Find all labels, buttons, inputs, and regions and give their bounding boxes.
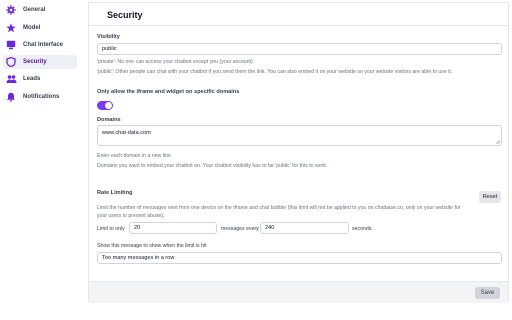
- domains-help-embed: Domains you want to embed your chatbot o…: [97, 163, 328, 169]
- visibility-help-private: 'private': No one can access your chatbo…: [97, 59, 253, 65]
- iframe-restriction-toggle[interactable]: [97, 101, 113, 110]
- sidebar-item-general[interactable]: General: [3, 3, 77, 17]
- domains-label: Domains: [97, 117, 121, 123]
- limit-prefix-text: Limit to only: [97, 226, 125, 232]
- page-title: Security: [107, 10, 143, 20]
- users-icon: [5, 73, 17, 85]
- sidebar-item-label: Leads: [23, 76, 41, 82]
- chat-window-icon: [5, 39, 17, 51]
- sidebar-item-label: Notifications: [23, 94, 60, 100]
- domains-help-newline: Enter each domain in a new line: [97, 153, 171, 159]
- sidebar: General Model Chat Interface Security Le…: [0, 0, 80, 320]
- save-button[interactable]: Save: [475, 287, 500, 299]
- gear-icon: [5, 4, 17, 16]
- visibility-label: Visibility: [97, 34, 120, 40]
- sidebar-item-security[interactable]: Security: [3, 55, 77, 69]
- domains-textarea[interactable]: www.chat-data.com: [97, 125, 502, 146]
- reset-button[interactable]: Reset: [479, 191, 501, 203]
- visibility-select[interactable]: public: [97, 43, 502, 55]
- sidebar-item-leads[interactable]: Leads: [3, 72, 77, 86]
- messages-limit-input[interactable]: 20: [129, 222, 217, 234]
- star-icon: [5, 22, 17, 34]
- limit-message-input[interactable]: Too many messages in a row: [97, 252, 502, 264]
- sidebar-item-model[interactable]: Model: [3, 21, 77, 35]
- bell-icon: [5, 91, 17, 103]
- sidebar-item-chat-interface[interactable]: Chat Interface: [3, 38, 77, 52]
- title-divider: [89, 25, 508, 26]
- rate-limiting-description: Limit the number of messages sent from o…: [97, 205, 461, 211]
- messages-every-text: messages every: [221, 226, 259, 232]
- rate-limiting-label: Rate Limiting: [97, 190, 133, 196]
- seconds-suffix-text: seconds.: [352, 226, 373, 232]
- sidebar-item-label: Model: [23, 25, 41, 31]
- shield-icon: [5, 56, 17, 68]
- sidebar-item-label: General: [23, 7, 46, 13]
- sidebar-item-notifications[interactable]: Notifications: [3, 90, 77, 104]
- security-panel: Security Visibility public 'private': No…: [88, 2, 509, 303]
- limit-message-label: Show this message to show when the limit…: [97, 243, 207, 249]
- iframe-restriction-label: Only allow the iframe and widget on spec…: [97, 89, 240, 95]
- rate-limiting-description-cont: your users to prevent abuse).: [97, 213, 165, 219]
- visibility-help-public: 'public': Other people can chat with you…: [97, 69, 453, 75]
- sidebar-item-label: Security: [23, 59, 47, 65]
- toggle-knob: [105, 102, 112, 109]
- panel-footer: Save: [89, 281, 508, 303]
- domains-value: www.chat-data.com: [102, 130, 151, 136]
- sidebar-item-label: Chat Interface: [23, 42, 64, 48]
- seconds-input[interactable]: 240: [260, 222, 349, 234]
- resize-handle-icon[interactable]: [496, 140, 500, 144]
